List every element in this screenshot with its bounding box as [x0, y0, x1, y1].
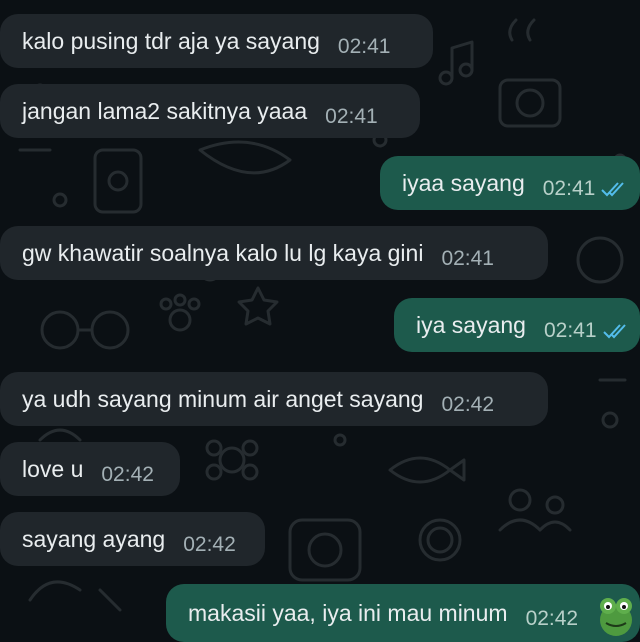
read-receipt-icon	[602, 324, 626, 339]
message-text: iyaa sayang	[402, 169, 525, 196]
message-meta: 02:41	[325, 105, 378, 129]
message-time: 02:42	[525, 607, 579, 630]
message-meta: 02:42	[101, 463, 154, 487]
message-time: 02:42	[101, 463, 154, 486]
message-text: sayang ayang	[22, 525, 166, 552]
message-time: 02:41	[325, 105, 378, 128]
message-meta: 02:41	[544, 319, 629, 343]
message-meta: 02:42	[183, 533, 236, 557]
message-time: 02:41	[337, 35, 391, 58]
message-text: love u	[22, 455, 84, 482]
message-time: 02:42	[441, 393, 495, 416]
message-time: 02:41	[542, 177, 596, 200]
message-text: ya udh sayang minum air anget sayang	[22, 385, 424, 412]
message-meta: 02:41	[338, 35, 391, 59]
message-meta: 02:42	[441, 393, 494, 417]
message-bubble-incoming[interactable]: gw khawatir soalnya kalo lu lg kaya gini…	[0, 226, 548, 280]
message-bubble-incoming[interactable]: jangan lama2 sakitnya yaaa 02:41	[0, 84, 420, 138]
message-bubble-incoming[interactable]: love u 02:42	[0, 442, 180, 496]
message-bubble-outgoing[interactable]: makasii yaa, iya ini mau minum 02:42	[166, 584, 640, 642]
message-time: 02:41	[543, 319, 597, 342]
read-receipt-icon	[601, 182, 625, 197]
message-bubble-incoming[interactable]: sayang ayang 02:42	[0, 512, 265, 566]
message-bubble-incoming[interactable]: kalo pusing tdr aja ya sayang 02:41	[0, 14, 433, 68]
message-text: makasii yaa, iya ini mau minum	[188, 599, 508, 626]
message-bubble-outgoing[interactable]: iya sayang 02:41	[394, 298, 640, 352]
message-meta: 02:42	[526, 607, 579, 631]
message-bubble-outgoing[interactable]: iyaa sayang 02:41	[380, 156, 640, 210]
message-text: gw khawatir soalnya kalo lu lg kaya gini	[22, 239, 424, 266]
message-meta: 02:41	[543, 177, 628, 201]
message-text: kalo pusing tdr aja ya sayang	[22, 27, 320, 54]
message-bubble-incoming[interactable]: ya udh sayang minum air anget sayang 02:…	[0, 372, 548, 426]
message-list[interactable]: kalo pusing tdr aja ya sayang 02:41 jang…	[0, 0, 640, 642]
message-text: jangan lama2 sakitnya yaaa	[22, 97, 308, 124]
message-time: 02:41	[441, 247, 494, 270]
message-text: iya sayang	[416, 311, 526, 338]
message-time: 02:42	[183, 533, 236, 556]
frog-sticker-icon	[600, 598, 632, 636]
message-meta: 02:41	[441, 247, 494, 271]
